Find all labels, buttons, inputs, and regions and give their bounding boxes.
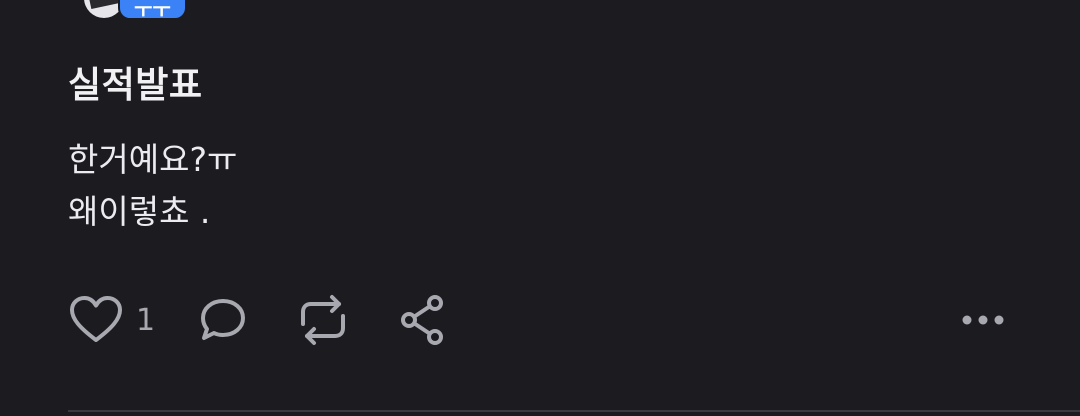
- share-button[interactable]: [397, 292, 449, 348]
- post-body-line: 한거예요?ㅠ: [68, 140, 238, 179]
- comment-bubble-icon: [197, 295, 249, 345]
- post-body: 한거예요?ㅠ 왜이렇쵸 .: [68, 134, 237, 238]
- share-icon: [397, 292, 449, 348]
- post-divider: [68, 410, 1080, 412]
- like-button[interactable]: 1: [68, 294, 155, 346]
- repost-icon: [293, 294, 353, 346]
- post-title: 실적발표: [68, 65, 203, 106]
- post-actions-bar: 1: [68, 290, 449, 350]
- more-dots-icon: [960, 314, 1006, 326]
- heart-icon: [68, 294, 124, 346]
- comment-button[interactable]: [197, 295, 249, 345]
- more-options-button[interactable]: [958, 302, 1008, 338]
- post-body-line: 왜이렇쵸 .: [68, 192, 211, 231]
- repost-button[interactable]: [293, 294, 353, 346]
- like-count: 1: [136, 302, 156, 338]
- author-badge: ㅜㅜ: [118, 0, 187, 22]
